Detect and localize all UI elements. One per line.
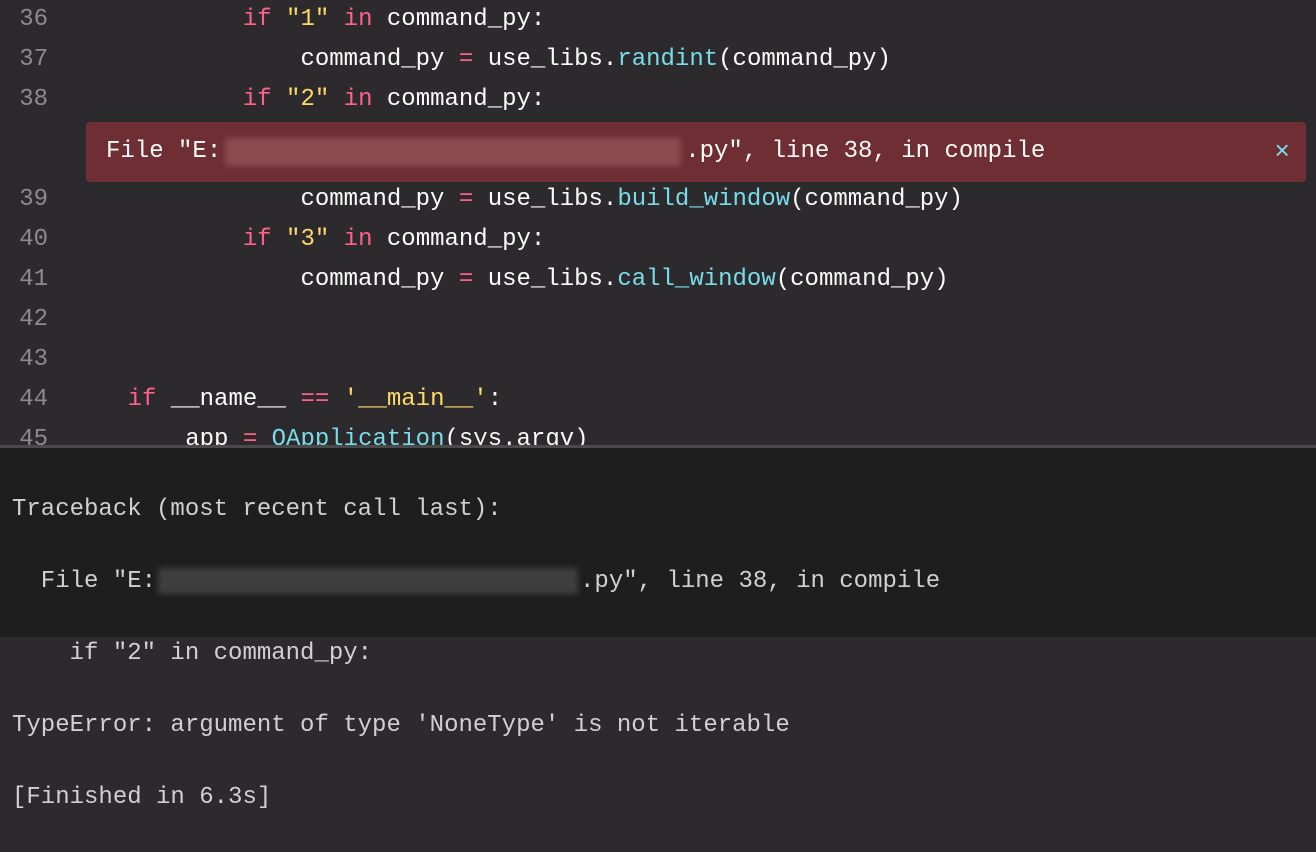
code-line[interactable]: if "1" in command_py: xyxy=(70,0,1316,40)
code-line[interactable]: if "3" in command_py: xyxy=(70,220,1316,260)
code-line[interactable]: app = QApplication(sys.argv) xyxy=(70,420,1316,445)
line-number: 44 xyxy=(0,380,60,420)
close-icon[interactable]: × xyxy=(1274,122,1290,182)
code-line[interactable]: if __name__ == '__main__': xyxy=(70,380,1316,420)
line-number: 41 xyxy=(0,260,60,300)
console-line: TypeError: argument of type 'NoneType' i… xyxy=(12,708,1304,744)
console-line: if "2" in command_py: xyxy=(12,636,1304,672)
line-number: 42 xyxy=(0,300,60,340)
code-editor[interactable]: 363738 39404142434445 if "1" in command_p… xyxy=(0,0,1316,445)
console-line: File "E:.py", line 38, in compile xyxy=(12,564,1304,600)
error-text-prefix: File "E: xyxy=(106,122,221,182)
redacted-path xyxy=(225,138,681,166)
code-area[interactable]: if "1" in command_py: command_py = use_l… xyxy=(70,0,1316,445)
line-number: 37 xyxy=(0,40,60,80)
line-number: 43 xyxy=(0,340,60,380)
code-line[interactable]: command_py = use_libs.randint(command_py… xyxy=(70,40,1316,80)
code-line[interactable] xyxy=(70,340,1316,380)
line-number: 36 xyxy=(0,0,60,40)
redacted-path xyxy=(158,568,578,594)
line-number: 45 xyxy=(0,420,60,445)
code-line[interactable]: if "2" in command_py: xyxy=(70,80,1316,120)
console-line: [Finished in 6.3s] xyxy=(12,780,1304,816)
code-line[interactable] xyxy=(70,300,1316,340)
console-line: Traceback (most recent call last): xyxy=(12,492,1304,528)
line-number: 40 xyxy=(0,220,60,260)
error-text-suffix: .py", line 38, in compile xyxy=(685,122,1045,182)
line-number-gutter: 363738 39404142434445 xyxy=(0,0,60,445)
code-line[interactable]: command_py = use_libs.call_window(comman… xyxy=(70,260,1316,300)
code-line[interactable]: command_py = use_libs.build_window(comma… xyxy=(70,180,1316,220)
inline-error-banner[interactable]: File "E: .py", line 38, in compile × xyxy=(86,122,1306,182)
output-console[interactable]: Traceback (most recent call last): File … xyxy=(0,445,1316,637)
line-number: 39 xyxy=(0,180,60,220)
line-number: 38 xyxy=(0,80,60,120)
